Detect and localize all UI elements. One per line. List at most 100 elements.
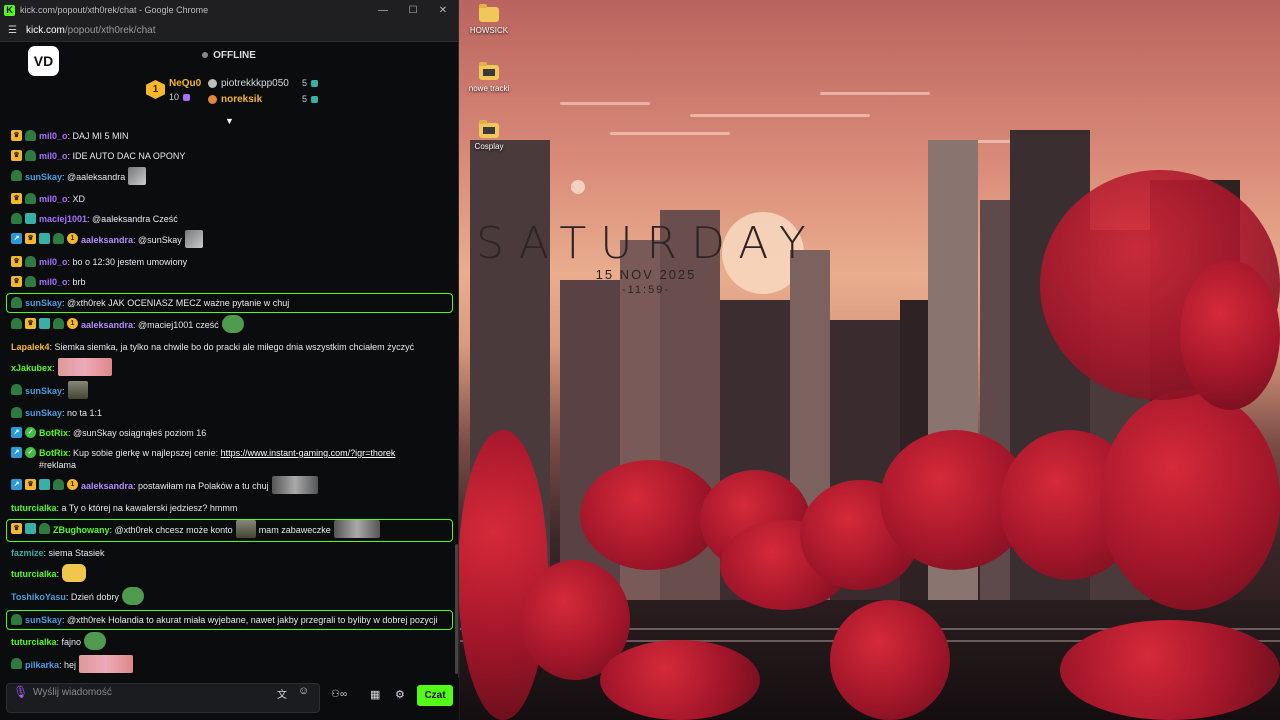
chat-username[interactable]: sunSkay: [25, 386, 62, 396]
chat-username[interactable]: aaleksandra: [81, 320, 133, 330]
chat-username[interactable]: sunSkay: [25, 615, 62, 625]
crown-badge-icon[interactable]: ♛: [25, 318, 36, 329]
og-badge-icon[interactable]: [11, 170, 22, 181]
gifter-badge-icon[interactable]: 1: [67, 318, 78, 329]
send-button[interactable]: Czat: [417, 685, 453, 706]
close-button[interactable]: ✕: [428, 5, 458, 16]
og-badge-icon[interactable]: [11, 614, 22, 625]
chat-username[interactable]: mil0_o: [39, 131, 68, 141]
chat-username[interactable]: sunSkay: [25, 172, 62, 182]
desktop-icon-cosplay[interactable]: Cosplay: [459, 120, 519, 151]
og-badge-icon[interactable]: [25, 276, 36, 287]
chat-username[interactable]: mil0_o: [39, 257, 68, 267]
emote-image[interactable]: [221, 315, 244, 333]
emote-image[interactable]: [79, 655, 134, 673]
emote-image[interactable]: [84, 632, 107, 650]
crown-badge-icon[interactable]: ♛: [11, 130, 22, 141]
crown-badge-icon[interactable]: ♛: [11, 276, 22, 287]
og-badge-icon[interactable]: [25, 130, 36, 141]
chat-username[interactable]: xJakubex: [11, 363, 52, 373]
gifter-badge-icon[interactable]: 1: [67, 479, 78, 490]
chat-username[interactable]: fazmize: [11, 548, 44, 558]
og-badge-icon[interactable]: [11, 384, 22, 395]
emote-image[interactable]: [235, 520, 256, 538]
og-badge-icon[interactable]: [11, 407, 22, 418]
og-badge-icon[interactable]: [25, 193, 36, 204]
og-badge-icon[interactable]: [11, 318, 22, 329]
chat-username[interactable]: BotRix: [39, 448, 68, 458]
chat-username[interactable]: mil0_o: [39, 277, 68, 287]
subscriber-badge-icon[interactable]: [39, 318, 50, 329]
chat-username[interactable]: mil0_o: [39, 194, 68, 204]
message-link[interactable]: https://www.instant-gaming.com/?igr=thor…: [221, 448, 396, 458]
chat-username[interactable]: tuturcialka: [11, 569, 57, 579]
microphone-icon[interactable]: 🎙: [13, 685, 28, 699]
site-settings-icon[interactable]: ☰: [8, 25, 17, 36]
chat-username[interactable]: sunSkay: [25, 298, 62, 308]
vip-badge-icon[interactable]: ↗: [11, 479, 22, 490]
crown-badge-icon[interactable]: ♛: [25, 233, 36, 244]
og-badge-icon[interactable]: [25, 150, 36, 161]
vip-badge-icon[interactable]: ↗: [11, 233, 22, 244]
og-badge-icon[interactable]: [11, 658, 22, 669]
minimize-button[interactable]: —: [368, 5, 398, 16]
chat-username[interactable]: Lapalek4: [11, 342, 50, 352]
og-badge-icon[interactable]: [53, 479, 64, 490]
gear-icon[interactable]: ⚙: [395, 688, 405, 701]
crown-badge-icon[interactable]: ♛: [11, 150, 22, 161]
crown-badge-icon[interactable]: ♛: [25, 479, 36, 490]
og-badge-icon[interactable]: [53, 318, 64, 329]
chat-username[interactable]: aaleksandra: [81, 235, 133, 245]
emote-image[interactable]: [333, 520, 380, 538]
og-badge-icon[interactable]: [25, 256, 36, 267]
store-icon[interactable]: ▦: [370, 688, 380, 701]
chat-username[interactable]: BotRix: [39, 428, 68, 438]
users-icon[interactable]: ⚇∞: [331, 689, 347, 700]
message-body: mil0_o: bo o 12:30 jestem umowiony: [39, 256, 187, 268]
gifter-badge-icon[interactable]: 1: [67, 233, 78, 244]
crown-badge-icon[interactable]: ♛: [11, 193, 22, 204]
emote-image[interactable]: [121, 587, 144, 605]
subscriber-badge-icon[interactable]: [39, 479, 50, 490]
emote-image[interactable]: [128, 167, 147, 185]
chat-username[interactable]: ToshikoYasu: [11, 592, 66, 602]
emote-image[interactable]: [184, 230, 203, 248]
chat-username[interactable]: tuturcialka: [11, 637, 57, 647]
title-bar[interactable]: K kick.com/popout/xth0rek/chat - Google …: [0, 0, 458, 20]
emote-image[interactable]: [67, 381, 88, 399]
og-badge-icon[interactable]: [53, 233, 64, 244]
subscriber-badge-icon[interactable]: [25, 213, 36, 224]
expand-leaderboard-icon[interactable]: ▼: [225, 116, 234, 126]
emote-image[interactable]: [62, 564, 87, 582]
vip-badge-icon[interactable]: ↗: [11, 447, 22, 458]
chat-username[interactable]: pilkarka: [25, 660, 59, 670]
og-badge-icon[interactable]: [11, 213, 22, 224]
chat-username[interactable]: maciej1001: [39, 214, 87, 224]
emoji-icon[interactable]: ☺: [298, 685, 309, 697]
verified-badge-icon[interactable]: ✓: [25, 427, 36, 438]
chat-username[interactable]: tuturcialka: [11, 503, 57, 513]
chat-scrollbar[interactable]: [455, 544, 458, 674]
chat-username[interactable]: mil0_o: [39, 151, 68, 161]
desktop-icon-nowe-tracki[interactable]: nowe tracki: [459, 62, 519, 93]
verified-badge-icon[interactable]: ✓: [25, 447, 36, 458]
subscriber-badge-icon[interactable]: [39, 233, 50, 244]
chat-message: ♛ mil0_o: bo o 12:30 jestem umowiony: [10, 252, 449, 272]
emote-image[interactable]: [271, 476, 318, 494]
address-bar[interactable]: ☰ kick.com/popout/xth0rek/chat: [0, 20, 458, 42]
crown-badge-icon[interactable]: ♛: [11, 523, 22, 534]
maximize-button[interactable]: ☐: [398, 5, 428, 16]
og-badge-icon[interactable]: [39, 523, 50, 534]
emote-image[interactable]: [57, 358, 112, 376]
vip-badge-icon[interactable]: ↗: [11, 427, 22, 438]
chat-username[interactable]: sunSkay: [25, 408, 62, 418]
subscriber-badge-icon[interactable]: [25, 523, 36, 534]
translate-icon[interactable]: 文: [277, 686, 287, 701]
desktop-icon-howsick[interactable]: HOWSICK: [459, 4, 519, 35]
gift-leaderboard[interactable]: 1 NeQu0 10 piotrekkkpp050 5 noreksik 5: [146, 76, 346, 112]
og-badge-icon[interactable]: [11, 297, 22, 308]
chat-messages[interactable]: ♛ mil0_o: DAJ MI 5 MIN ♛ mil0_o: IDE AUTO D…: [0, 126, 459, 676]
chat-username[interactable]: ZBughowany: [53, 525, 110, 535]
chat-username[interactable]: aaleksandra: [81, 481, 133, 491]
crown-badge-icon[interactable]: ♛: [11, 256, 22, 267]
